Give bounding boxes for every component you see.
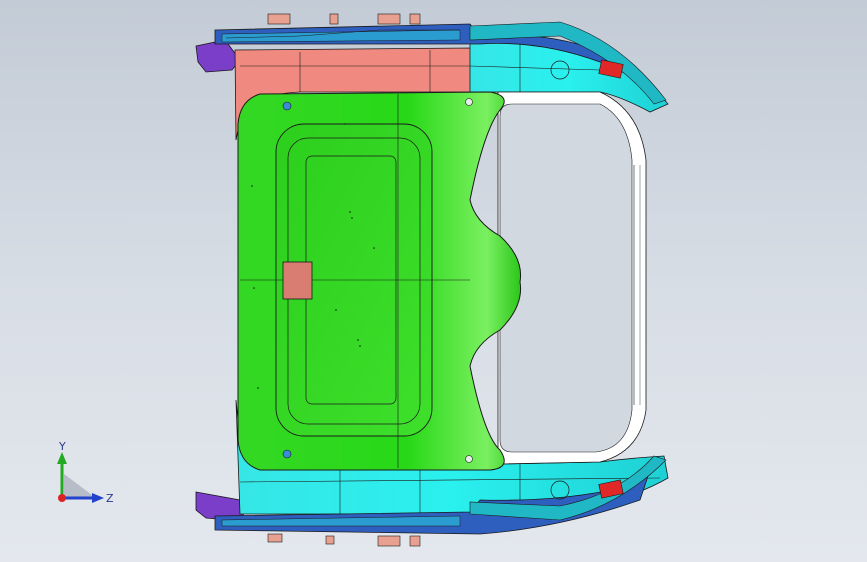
orientation-triad: Y Z bbox=[57, 440, 114, 505]
mount-hole-bottom-right bbox=[465, 455, 473, 463]
z-axis-label: Z bbox=[106, 492, 114, 505]
mount-hole-bottom-left bbox=[282, 449, 292, 459]
upper-left-purple-trim[interactable] bbox=[195, 39, 241, 73]
reinforcement-pad[interactable] bbox=[282, 261, 313, 300]
mount-hole-top-right bbox=[465, 98, 473, 106]
y-axis-label: Y bbox=[58, 440, 66, 453]
graphics-viewport[interactable] bbox=[0, 0, 867, 562]
mount-hole-top-left bbox=[282, 101, 292, 111]
x-axis-dot-icon bbox=[58, 494, 66, 502]
